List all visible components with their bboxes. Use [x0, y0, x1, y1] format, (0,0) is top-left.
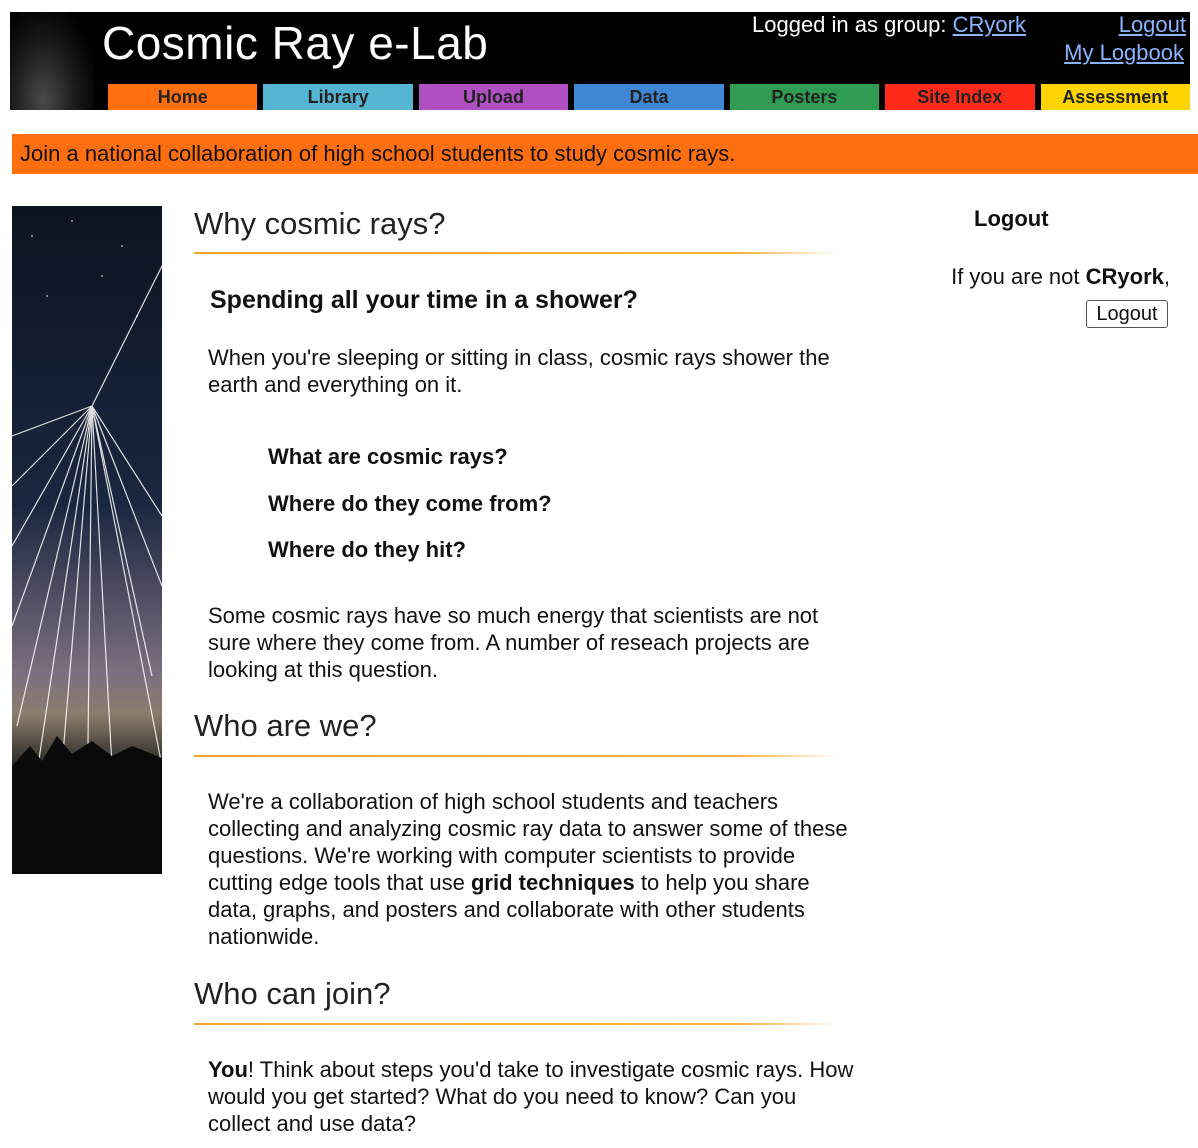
not-user-prefix: If you are not	[951, 264, 1086, 289]
shower-lines-graphic	[11, 220, 163, 874]
not-user-suffix: ,	[1163, 264, 1170, 289]
logout-button[interactable]: Logout	[1086, 300, 1168, 328]
my-logbook-link[interactable]: My Logbook	[1064, 40, 1184, 66]
section-heading-who-are-we: Who are we?	[194, 708, 377, 743]
cosmic-shower-image	[11, 206, 163, 874]
section-heading-who-can-join: Who can join?	[194, 976, 391, 1011]
site-header: Cosmic Ray e-Lab Logged in as group: CRy…	[10, 12, 1190, 110]
question-where-hit[interactable]: Where do they hit?	[268, 537, 466, 563]
nav-tab-library[interactable]: Library	[263, 84, 413, 110]
login-status: Logged in as group: CRyork	[752, 12, 1026, 38]
header-logo-image	[10, 12, 94, 110]
main-nav: Home Library Upload Data Posters Site In…	[108, 84, 1190, 110]
tagline-banner: Join a national collaboration of high sc…	[12, 134, 1198, 174]
join-paragraph: You! Think about steps you'd take to inv…	[208, 1056, 856, 1137]
current-user-name: CRyork	[1085, 264, 1164, 289]
energy-paragraph: Some cosmic rays have so much energy tha…	[208, 603, 819, 682]
login-status-label: Logged in as group:	[752, 12, 953, 37]
question-what-are-cosmic-rays[interactable]: What are cosmic rays?	[268, 444, 508, 470]
grid-techniques-text: grid techniques	[470, 870, 635, 895]
you-text: You	[208, 1057, 248, 1082]
nav-tab-site-index[interactable]: Site Index	[885, 84, 1035, 110]
site-title: Cosmic Ray e-Lab	[102, 17, 489, 69]
nav-tab-assessment[interactable]: Assessment	[1040, 84, 1190, 110]
nav-tab-home[interactable]: Home	[108, 84, 258, 110]
shower-paragraph: When you're sleeping or sitting in class…	[208, 345, 830, 397]
shower-subheading: Spending all your time in a shower?	[210, 286, 638, 314]
heading-divider	[194, 1023, 838, 1025]
heading-divider	[194, 252, 838, 254]
logout-panel-text: If you are not CRyork,	[951, 264, 1170, 290]
section-heading-why: Why cosmic rays?	[194, 206, 446, 241]
heading-divider	[194, 755, 838, 757]
nav-tab-upload[interactable]: Upload	[418, 84, 569, 110]
logout-panel-title: Logout	[974, 206, 1049, 231]
question-where-from[interactable]: Where do they come from?	[268, 491, 552, 517]
header-logout-link[interactable]: Logout	[1119, 12, 1186, 38]
group-link[interactable]: CRyork	[953, 12, 1026, 37]
join-text: ! Think about steps you'd take to invest…	[208, 1057, 854, 1136]
collaboration-paragraph: We're a collaboration of high school stu…	[208, 788, 856, 950]
nav-tab-posters[interactable]: Posters	[729, 84, 880, 110]
nav-tab-data[interactable]: Data	[574, 84, 724, 110]
